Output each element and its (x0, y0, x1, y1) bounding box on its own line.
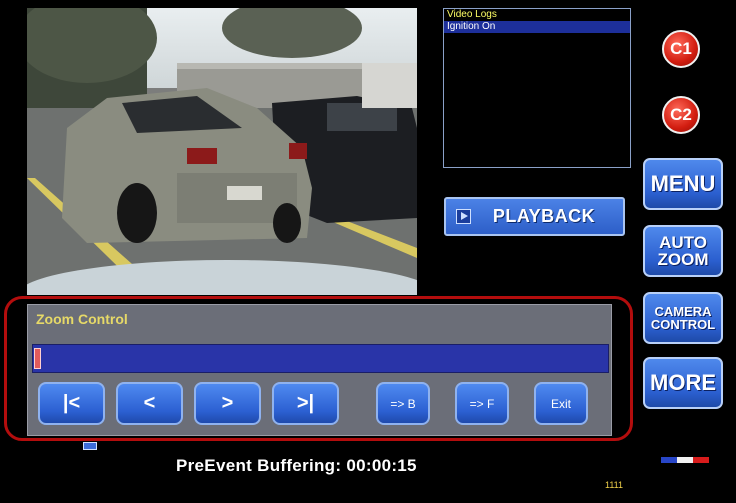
auto-zoom-label-line1: AUTO (659, 233, 707, 252)
playback-button[interactable]: PLAYBACK (444, 197, 625, 236)
zoom-previous-button[interactable]: < (116, 382, 183, 425)
zoom-last-button[interactable]: >| (272, 382, 339, 425)
zoom-first-label: |< (62, 392, 81, 414)
camera-view (27, 8, 417, 295)
camera-control-label-line2: CONTROL (650, 317, 716, 332)
zoom-slider-handle[interactable] (34, 348, 41, 369)
log-item-ignition-on[interactable]: Ignition On (444, 21, 630, 33)
camera-2-button[interactable]: C2 (662, 96, 700, 134)
playback-label: PLAYBACK (492, 206, 596, 226)
zoom-slider[interactable] (32, 344, 609, 373)
buffering-status: PreEvent Buffering: 00:00:15 (176, 456, 417, 475)
auto-zoom-label-line2: ZOOM (657, 250, 709, 269)
log-list-header: Video Logs (447, 9, 497, 20)
exit-label: Exit (550, 396, 571, 411)
more-button[interactable]: MORE (643, 357, 723, 409)
camera-2-label: C2 (670, 105, 692, 124)
menu-label: MENU (650, 171, 716, 196)
zoom-previous-label: < (143, 392, 156, 414)
camera-image (27, 8, 417, 295)
jump-to-b-button[interactable]: => B (376, 382, 430, 425)
exit-button[interactable]: Exit (534, 382, 588, 425)
indicator-icon (83, 442, 97, 450)
zoom-control-panel: Zoom Control |< < > >| => B => F Exit (27, 304, 612, 436)
camera-1-button[interactable]: C1 (662, 30, 700, 68)
zoom-next-label: > (221, 392, 234, 414)
play-icon (456, 209, 471, 224)
jump-to-b-label: => B (390, 396, 416, 411)
jump-to-f-button[interactable]: => F (455, 382, 509, 425)
camera-1-label: C1 (670, 39, 692, 58)
zoom-last-label: >| (296, 392, 315, 414)
menu-button[interactable]: MENU (643, 158, 723, 210)
more-label: MORE (650, 370, 716, 395)
counter-value: 1111 (605, 480, 624, 490)
jump-to-f-label: => F (469, 396, 495, 411)
auto-zoom-button[interactable]: AUTO ZOOM (643, 225, 723, 277)
video-log-list[interactable]: Video Logs Ignition On (443, 8, 631, 168)
zoom-first-button[interactable]: |< (38, 382, 105, 425)
camera-control-button[interactable]: CAMERA CONTROL (643, 292, 723, 344)
zoom-control-title: Zoom Control (36, 311, 128, 327)
zoom-next-button[interactable]: > (194, 382, 261, 425)
flag-icon (661, 457, 709, 463)
